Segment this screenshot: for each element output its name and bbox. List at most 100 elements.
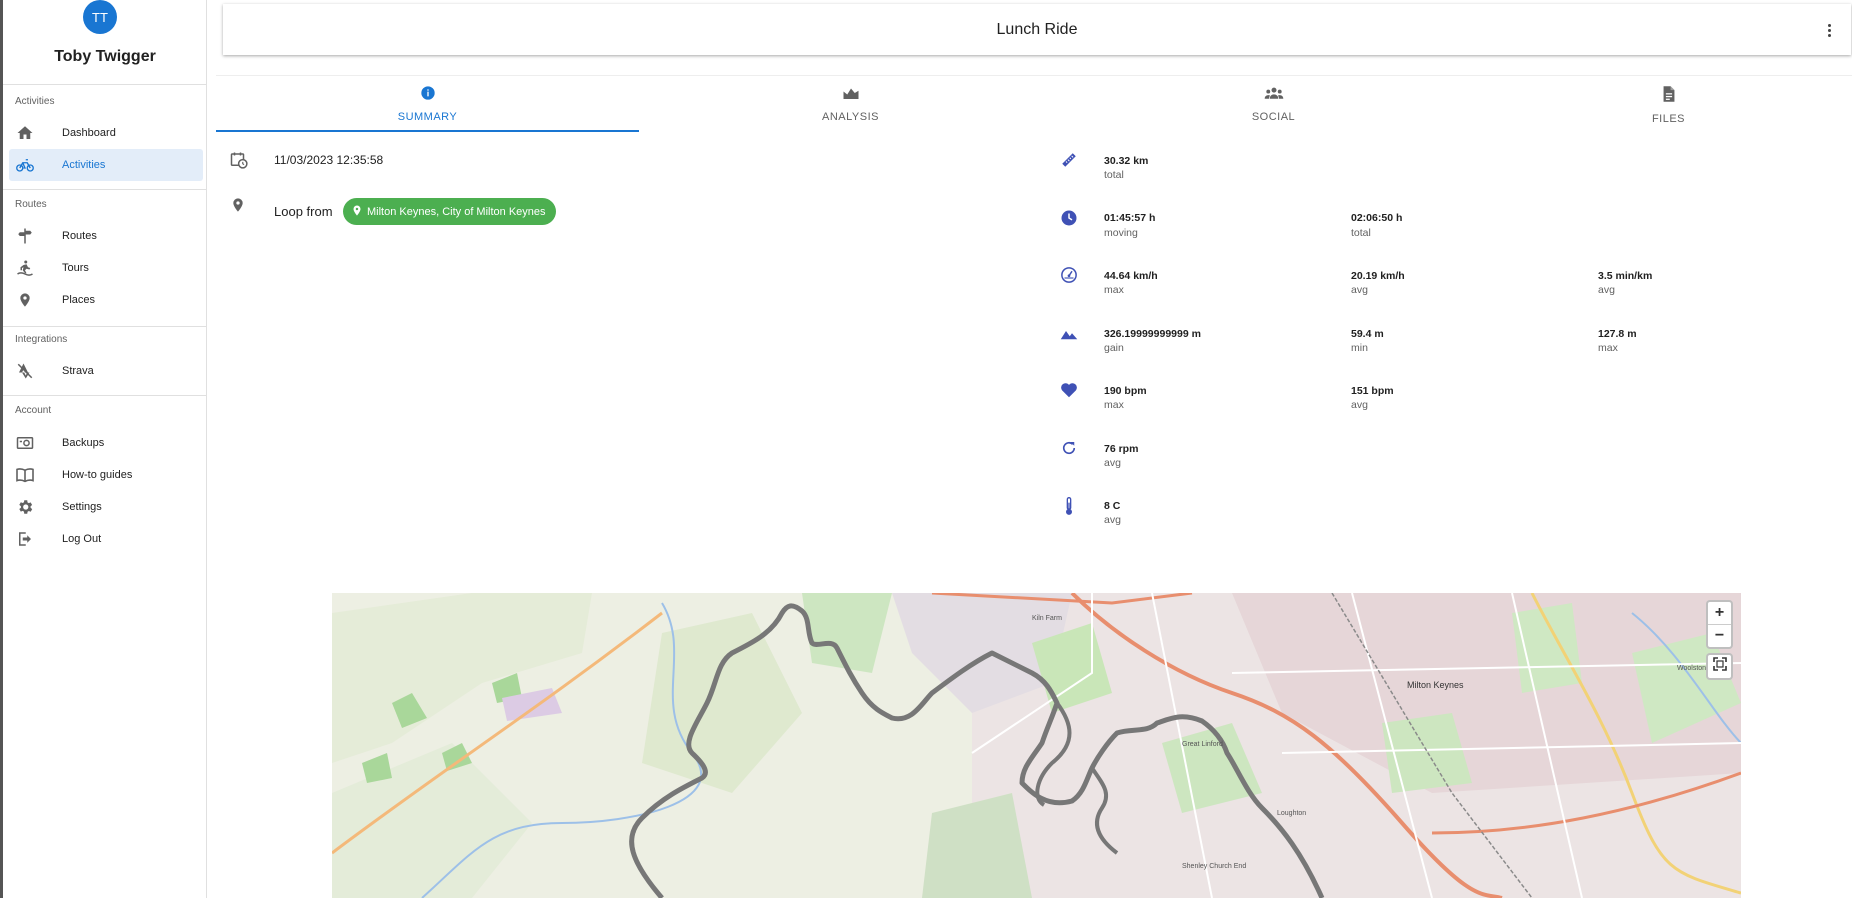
logout-icon [15, 529, 35, 549]
page-title: Lunch Ride [996, 20, 1078, 38]
avg-speed-value: 20.19 km/h [1351, 270, 1405, 282]
tab-label: ANALYSIS [822, 111, 879, 123]
zoom-out-button[interactable]: − [1708, 624, 1731, 647]
divider [3, 395, 207, 396]
sidebar-item-routes[interactable]: Routes [9, 220, 203, 252]
more-vert-icon[interactable] [1819, 20, 1839, 40]
sidebar: TT Toby Twigger Activities Dashboard Act… [0, 0, 207, 898]
user-name: Toby Twigger [54, 48, 156, 65]
distance-value: 30.32 km [1104, 155, 1149, 167]
app-header: Lunch Ride [223, 4, 1851, 55]
tab-files[interactable]: FILES [1485, 76, 1852, 132]
sidebar-item-places[interactable]: Places [9, 284, 203, 316]
sidebar-item-label: Strava [62, 365, 94, 377]
temperature-label: avg [1104, 514, 1121, 526]
avg-speed-label: avg [1351, 284, 1368, 296]
calendar-clock-icon [230, 151, 248, 169]
sidebar-item-label: Places [62, 294, 96, 306]
clock-icon [1059, 208, 1079, 228]
info-icon [420, 85, 436, 106]
section-label-integrations: Integrations [15, 334, 68, 345]
temperature-value: 8 C [1104, 500, 1121, 512]
elevation-gain-label: gain [1104, 342, 1124, 354]
total-time-label: total [1351, 227, 1371, 239]
people-icon [1264, 85, 1284, 106]
avg-pace-label: avg [1598, 284, 1615, 296]
elevation-max-value: 127.8 m [1598, 328, 1637, 340]
strava-icon [15, 361, 35, 381]
sidebar-item-dashboard[interactable]: Dashboard [9, 117, 203, 149]
place-icon [15, 290, 35, 310]
place-icon [230, 196, 246, 214]
sidebar-item-label: Settings [62, 501, 102, 513]
heart-icon [1059, 380, 1079, 400]
cadence-icon [1059, 438, 1079, 458]
sidebar-item-label: Backups [62, 437, 105, 449]
tab-analysis[interactable]: ANALYSIS [639, 76, 1062, 132]
avg-pace-value: 3.5 min/km [1598, 270, 1653, 282]
map-label: Loughton [1277, 810, 1307, 817]
sidebar-item-logout[interactable]: Log Out [9, 523, 203, 555]
sidebar-item-howto[interactable]: How-to guides [9, 459, 203, 491]
total-time-value: 02:06:50 h [1351, 212, 1403, 224]
divider [3, 189, 207, 190]
elevation-max-label: max [1598, 342, 1618, 354]
elevation-min-label: min [1351, 342, 1368, 354]
home-icon [15, 123, 35, 143]
cadence-value: 76 rpm [1104, 443, 1139, 455]
sidebar-item-backups[interactable]: Backups [9, 427, 203, 459]
sidebar-item-activities[interactable]: Activities [9, 149, 203, 181]
elevation-min-value: 59.4 m [1351, 328, 1384, 340]
file-icon [1662, 85, 1676, 108]
book-icon [15, 465, 35, 485]
avg-hr-value: 151 bpm [1351, 385, 1394, 397]
moving-time-label: moving [1104, 227, 1138, 239]
tab-label: SOCIAL [1251, 111, 1296, 123]
sidebar-item-strava[interactable]: Strava [9, 355, 203, 387]
max-hr-label: max [1104, 399, 1124, 411]
thermometer-icon [1059, 496, 1079, 516]
speedometer-icon [1059, 265, 1079, 285]
moving-time-value: 01:45:57 h [1104, 212, 1156, 224]
avg-hr-label: avg [1351, 399, 1368, 411]
tab-social[interactable]: SOCIAL [1062, 76, 1485, 132]
max-speed-label: max [1104, 284, 1124, 296]
zoom-in-button[interactable]: + [1708, 602, 1731, 624]
loop-from-label: Loop from [274, 204, 333, 219]
place-chip-label: Milton Keynes, City of Milton Keynes [367, 205, 546, 218]
signpost-icon [15, 226, 35, 246]
sidebar-item-label: Activities [62, 159, 106, 171]
sidebar-item-tours[interactable]: Tours [9, 252, 203, 284]
avatar[interactable]: TT [83, 0, 117, 34]
sidebar-item-label: Log Out [62, 533, 102, 545]
map-label: Great Linford [1182, 741, 1223, 748]
cadence-label: avg [1104, 457, 1121, 469]
tab-label: FILES [1651, 113, 1686, 125]
divider [3, 84, 207, 85]
map-tiles [332, 593, 1741, 898]
backup-icon [15, 433, 35, 453]
gear-icon [15, 497, 35, 517]
distance-label: total [1104, 169, 1124, 181]
tab-label: SUMMARY [397, 111, 458, 123]
sidebar-item-label: Dashboard [62, 127, 116, 139]
section-label-account: Account [15, 405, 52, 416]
max-speed-value: 44.64 km/h [1104, 270, 1158, 282]
activity-datetime: 11/03/2023 12:35:58 [274, 153, 384, 167]
section-label-activities: Activities [15, 96, 55, 107]
tab-summary[interactable]: SUMMARY [216, 76, 639, 132]
hiker-icon [15, 258, 35, 278]
place-chip[interactable]: Milton Keynes, City of Milton Keynes [343, 198, 556, 225]
bike-icon [15, 155, 35, 175]
fullscreen-button[interactable] [1706, 653, 1733, 680]
section-label-routes: Routes [15, 199, 47, 210]
tab-bar: SUMMARY ANALYSIS SOCIAL FILES [216, 75, 1852, 132]
route-map[interactable]: Milton Keynes Kiln Farm Loughton Great L… [332, 593, 1741, 898]
sidebar-item-settings[interactable]: Settings [9, 491, 203, 523]
max-hr-value: 190 bpm [1104, 385, 1147, 397]
map-zoom-control: + − [1706, 600, 1733, 649]
divider [3, 326, 207, 327]
fullscreen-icon [1712, 657, 1727, 676]
map-label: Milton Keynes [1407, 680, 1464, 690]
sidebar-item-label: Routes [62, 230, 97, 242]
